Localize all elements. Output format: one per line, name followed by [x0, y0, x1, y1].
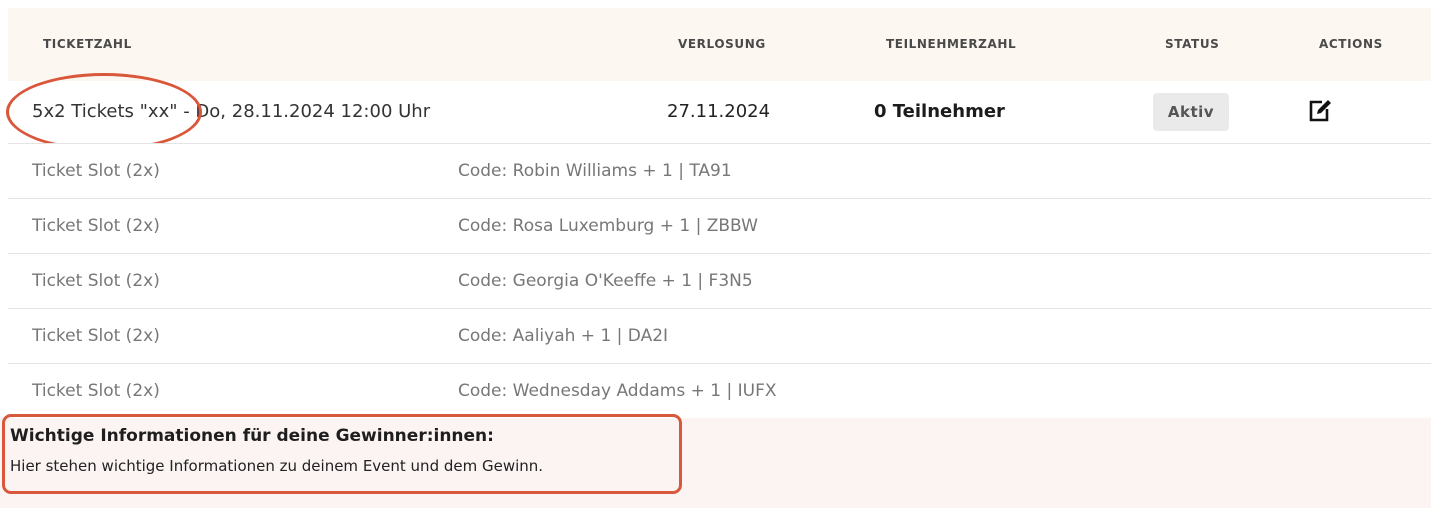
status-badge: Aktiv [1153, 93, 1229, 131]
column-header-actions: ACTIONS [1319, 37, 1383, 51]
draw-date: 27.11.2024 [667, 101, 771, 122]
slot-code: Code: Aaliyah + 1 | DA2I [458, 326, 669, 346]
slot-label: Ticket Slot (2x) [32, 381, 160, 401]
ticket-slot-row: Ticket Slot (2x) Code: Wednesday Addams … [8, 363, 1431, 419]
slot-label: Ticket Slot (2x) [32, 271, 160, 291]
column-header-ticketzahl: TICKETZAHL [43, 37, 132, 51]
column-header-status: STATUS [1165, 37, 1220, 51]
info-highlight-box [2, 414, 682, 494]
ticket-slot-row: Ticket Slot (2x) Code: Rosa Luxemburg + … [8, 198, 1431, 254]
ticket-slot-row: Ticket Slot (2x) Code: Robin Williams + … [8, 143, 1431, 199]
slot-code: Code: Georgia O'Keeffe + 1 | F3N5 [458, 271, 753, 291]
slot-code: Code: Rosa Luxemburg + 1 | ZBBW [458, 216, 758, 236]
slot-label: Ticket Slot (2x) [32, 161, 160, 181]
slot-code: Code: Wednesday Addams + 1 | IUFX [458, 381, 777, 401]
ticket-slot-row: Ticket Slot (2x) Code: Aaliyah + 1 | DA2… [8, 308, 1431, 364]
column-header-verlosung: VERLOSUNG [678, 37, 766, 51]
slot-label: Ticket Slot (2x) [32, 216, 160, 236]
slot-label: Ticket Slot (2x) [32, 326, 160, 346]
ticket-slot-row: Ticket Slot (2x) Code: Georgia O'Keeffe … [8, 253, 1431, 309]
slot-code: Code: Robin Williams + 1 | TA91 [458, 161, 732, 181]
edit-icon[interactable] [1306, 97, 1334, 125]
participant-count: 0 Teilnehmer [874, 101, 1005, 122]
ticket-title: 5x2 Tickets "xx" - Do, 28.11.2024 12:00 … [32, 101, 431, 122]
column-header-teilnehmerzahl: TEILNEHMERZAHL [886, 37, 1017, 51]
